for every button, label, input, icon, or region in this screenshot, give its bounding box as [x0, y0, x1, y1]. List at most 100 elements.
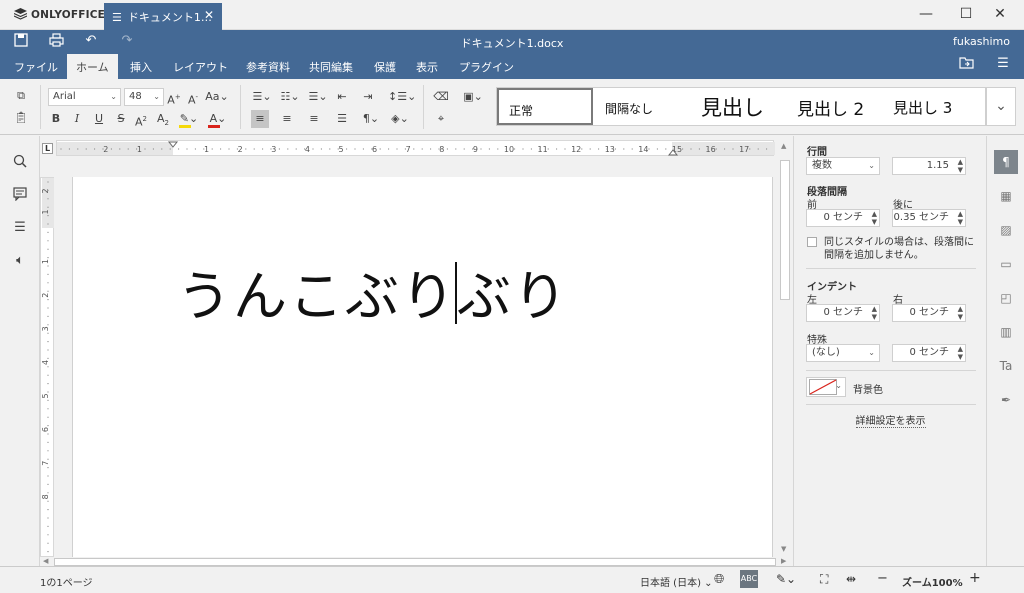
minimize-button[interactable]: — [917, 6, 935, 24]
style-normal[interactable]: 正常 [497, 88, 593, 125]
fit-page-icon[interactable]: ⛶ [820, 572, 828, 587]
document-tab[interactable]: ☰ ドキュメント1… ✕ [104, 3, 222, 30]
copy-icon[interactable]: ⧉ [12, 87, 30, 105]
signature-settings-icon[interactable]: ✒ [994, 388, 1018, 412]
chart-settings-icon[interactable]: ▥ [994, 320, 1018, 344]
highlight-color-icon[interactable]: ✎⌄ [177, 110, 201, 128]
menu-tab-plugins[interactable]: プラグイン [450, 54, 523, 79]
increase-font-icon[interactable]: A+ [167, 88, 181, 107]
bullet-list-icon[interactable]: ☰⌄ [250, 88, 274, 106]
paragraph-shading-icon[interactable]: ◈⌄ [388, 110, 412, 128]
align-left-icon[interactable]: ≡ [251, 110, 269, 128]
feedback-icon[interactable]: 🔈︎ [11, 253, 29, 271]
paragraph-settings-icon[interactable]: ¶ [994, 150, 1018, 174]
menu-tab-file[interactable]: ファイル [5, 54, 67, 79]
style-heading-1[interactable]: 見出し [693, 88, 789, 125]
maximize-button[interactable]: ☐ [957, 6, 975, 24]
superscript-icon[interactable]: A2 [134, 110, 148, 129]
zoom-in-button[interactable]: + [969, 570, 981, 586]
font-size-select[interactable]: 48 ⌄ [124, 88, 164, 106]
style-heading-3[interactable]: 見出し 3 [885, 88, 981, 125]
bold-icon[interactable]: B [49, 110, 63, 128]
hamburger-menu-icon[interactable]: ☰ [992, 56, 1014, 76]
strikethrough-icon[interactable]: S [114, 110, 128, 128]
menu-tab-layout[interactable]: レイアウト [164, 54, 237, 79]
subscript-icon[interactable]: A2 [156, 110, 170, 128]
tab-stop-selector[interactable]: L [42, 143, 53, 154]
font-name-select[interactable]: Arial ⌄ [48, 88, 121, 106]
line-spacing-type-select[interactable]: 複数 ⌄ [806, 157, 880, 175]
italic-icon[interactable]: I [70, 110, 84, 128]
redo-icon[interactable]: ↷ [116, 33, 138, 53]
user-name[interactable]: fukashimo [953, 35, 1010, 48]
special-indent-select[interactable]: (なし) ⌄ [806, 344, 880, 362]
align-center-icon[interactable]: ≡ [279, 110, 295, 128]
special-indent-input[interactable]: 0 センチ ▲ ▼ [892, 344, 966, 362]
header-footer-settings-icon[interactable]: ▭ [994, 252, 1018, 276]
background-color-picker[interactable]: ⌄ [806, 377, 846, 397]
increase-indent-icon[interactable]: ⇥ [360, 88, 376, 106]
menu-tab-home[interactable]: ホーム [67, 54, 118, 79]
table-settings-icon[interactable]: ▦ [994, 184, 1018, 208]
horizontal-ruler[interactable]: 2 1 1 2 3 4 5 6 7 8 9 10 11 12 13 14 15 16 17 [56, 140, 775, 156]
open-location-icon[interactable] [955, 56, 977, 76]
shape-settings-icon[interactable]: ◰ [994, 286, 1018, 310]
same-style-checkbox[interactable] [807, 237, 817, 247]
decrease-font-icon[interactable]: A- [186, 88, 200, 107]
spacing-before-input[interactable]: 0 センチ ▲ ▼ [806, 209, 880, 227]
vertical-ruler[interactable]: 2 1 1 2 3 4 5 6 7 8 [40, 177, 54, 557]
color-scheme-icon[interactable]: ▣⌄ [460, 88, 486, 106]
undo-icon[interactable]: ↶ [80, 33, 102, 53]
font-color-icon[interactable]: A⌄ [206, 110, 230, 128]
line-spacing-icon[interactable]: ↕☰⌄ [388, 88, 416, 106]
close-tab-icon[interactable]: ✕ [204, 8, 214, 22]
save-icon[interactable] [10, 33, 32, 53]
close-window-button[interactable]: ✕ [991, 6, 1009, 24]
spacing-after-input[interactable]: 0.35 センチ ▲ ▼ [892, 209, 966, 227]
fit-width-icon[interactable]: ⇹ [846, 572, 856, 586]
zoom-out-button[interactable]: − [877, 571, 888, 586]
menu-tab-protection[interactable]: 保護 [365, 54, 405, 79]
text-art-settings-icon[interactable]: Ta [994, 354, 1018, 378]
advanced-settings-link[interactable]: 詳細設定を表示 [794, 412, 987, 428]
hscroll-thumb[interactable] [54, 558, 776, 566]
clear-style-icon[interactable]: ⌫ [433, 88, 449, 106]
print-icon[interactable] [45, 33, 67, 53]
menu-tab-collaboration[interactable]: 共同編集 [300, 54, 362, 79]
comments-icon[interactable] [11, 187, 29, 205]
same-style-label[interactable]: 同じスタイルの場合は、段落間に 間隔を追加しません。 [824, 236, 974, 262]
indent-right-input[interactable]: 0 センチ ▲ ▼ [892, 304, 966, 322]
justify-icon[interactable]: ☰ [334, 110, 350, 128]
document-page[interactable]: うんこぶりぶり [72, 177, 773, 557]
more-styles-button[interactable]: ⌄ [986, 87, 1016, 126]
line-spacing-value-input[interactable]: 1.15 ▲ ▼ [892, 157, 966, 175]
doc-language-icon[interactable]: 🌐︎ [714, 572, 724, 587]
style-no-spacing[interactable]: 間隔なし [595, 88, 691, 125]
spellcheck-icon[interactable]: ABC [740, 570, 758, 588]
menu-tab-insert[interactable]: 挿入 [121, 54, 161, 79]
page-count[interactable]: 1の1ページ [40, 574, 93, 589]
search-icon[interactable] [11, 154, 29, 172]
style-heading-2[interactable]: 見出し 2 [789, 88, 885, 125]
zoom-level[interactable]: ズーム100% [902, 574, 963, 589]
change-case-icon[interactable]: Aa⌄ [205, 88, 229, 106]
indent-left-input[interactable]: 0 センチ ▲ ▼ [806, 304, 880, 322]
image-settings-icon[interactable]: ▨ [994, 218, 1018, 242]
copy-style-icon[interactable]: ⌖ [433, 110, 449, 128]
navigation-icon[interactable]: ☰ [11, 220, 29, 238]
menu-tab-references[interactable]: 参考資料 [237, 54, 299, 79]
menu-tab-view[interactable]: 表示 [407, 54, 447, 79]
numbered-list-icon[interactable]: ☷⌄ [278, 88, 302, 106]
scroll-thumb[interactable] [780, 160, 790, 300]
track-changes-icon[interactable]: ✎⌄ [776, 572, 796, 586]
paragraph-marks-icon[interactable]: ¶⌄ [360, 110, 382, 128]
align-right-icon[interactable]: ≡ [306, 110, 322, 128]
underline-icon[interactable]: U [92, 110, 106, 128]
language-select[interactable]: 日本語 (日本) ⌄ [640, 574, 713, 589]
vertical-scrollbar[interactable]: ▲ ▼ [778, 140, 792, 557]
decrease-indent-icon[interactable]: ⇤ [334, 88, 350, 106]
document-text[interactable]: うんこぶりぶり [177, 252, 569, 331]
multilevel-list-icon[interactable]: ☰⌄ [306, 88, 330, 106]
app-logo[interactable]: ONLYOFFICE [14, 8, 105, 21]
paste-icon[interactable]: 📋︎ [12, 109, 30, 127]
